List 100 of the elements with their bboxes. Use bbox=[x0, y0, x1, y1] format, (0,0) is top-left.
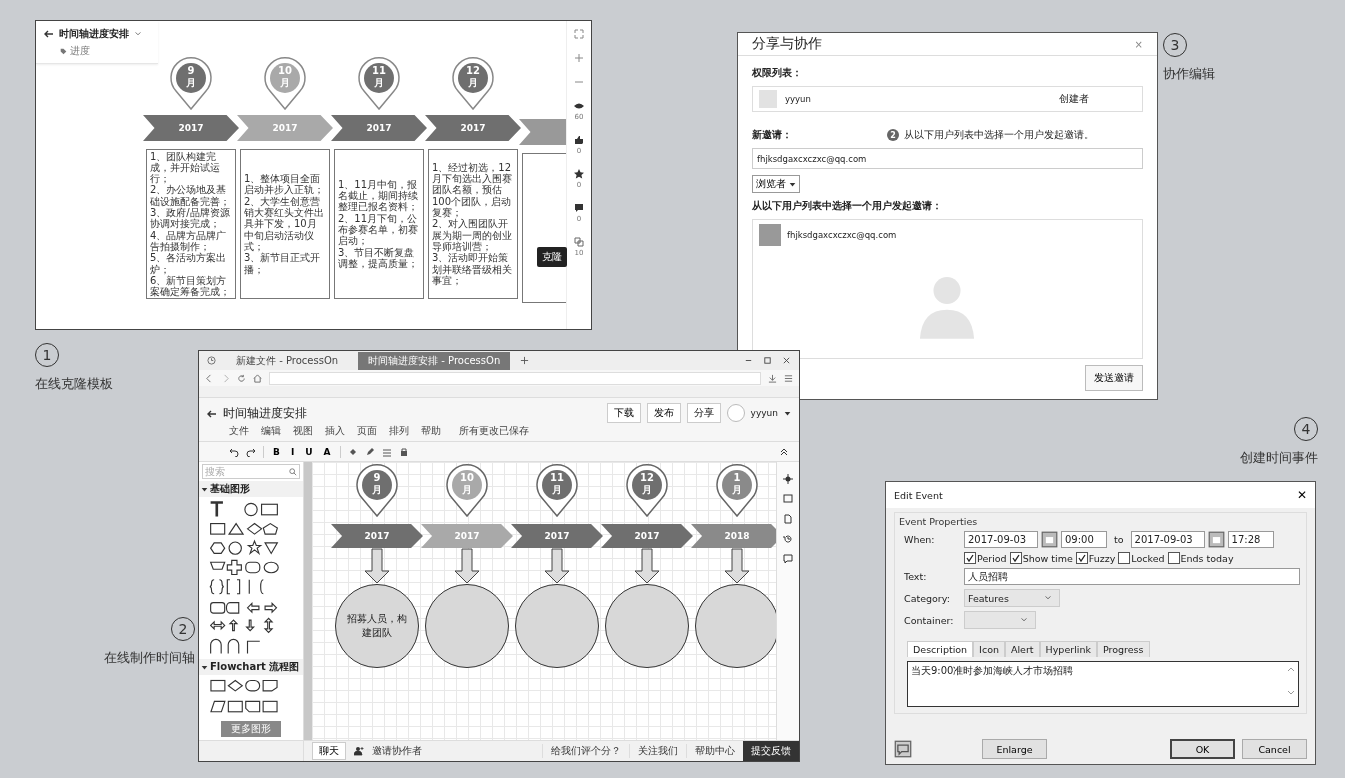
menu-item[interactable]: 帮助 bbox=[421, 424, 441, 438]
menu-item[interactable]: 文件 bbox=[229, 424, 249, 438]
back-arrow-icon[interactable] bbox=[207, 408, 217, 418]
year-banner: 2017 bbox=[331, 115, 427, 141]
close-icon[interactable] bbox=[782, 356, 791, 365]
format-button[interactable]: U bbox=[303, 446, 315, 457]
clock-icon[interactable] bbox=[207, 356, 216, 365]
maximize-icon[interactable] bbox=[763, 356, 772, 365]
email-field[interactable]: fhjksdgaxcxczxc@qq.com bbox=[752, 148, 1143, 169]
undo-icon[interactable] bbox=[229, 446, 239, 457]
tab[interactable]: Description bbox=[907, 641, 974, 657]
feedback-button[interactable]: 提交反馈 bbox=[743, 741, 799, 761]
card-item-text: 4、品牌方品牌广告拍摄制作； bbox=[150, 229, 228, 253]
calendar-icon[interactable] bbox=[1041, 531, 1058, 548]
role-dropdown[interactable]: 浏览者 bbox=[752, 175, 800, 193]
start-date-field[interactable]: 2017-09-03 bbox=[964, 531, 1038, 548]
checkbox-label: Locked bbox=[1131, 552, 1165, 564]
checkbox[interactable] bbox=[964, 552, 976, 564]
clone-icon[interactable] bbox=[574, 237, 584, 247]
dialog-button[interactable]: Enlarge bbox=[982, 739, 1047, 759]
dialog-title: 分享与协作 bbox=[752, 35, 822, 53]
new-tab-icon[interactable] bbox=[520, 356, 530, 365]
palette-section-header[interactable]: 基础图形 bbox=[199, 481, 303, 497]
tab[interactable]: Icon bbox=[973, 641, 1005, 657]
chat-button[interactable]: 聊天 bbox=[312, 742, 346, 760]
start-time-field[interactable]: 09:00 bbox=[1061, 531, 1107, 548]
collapse-icon[interactable] bbox=[779, 446, 789, 457]
caret-icon bbox=[789, 180, 796, 188]
menu-item[interactable]: 插入 bbox=[325, 424, 345, 438]
close-button[interactable]: ✕ bbox=[1296, 488, 1307, 502]
caption: 创建时间事件 bbox=[1240, 449, 1318, 467]
more-shapes-button[interactable]: 更多图形 bbox=[221, 721, 281, 737]
checkbox[interactable] bbox=[1167, 552, 1180, 564]
end-time-field[interactable]: 17:28 bbox=[1227, 531, 1274, 548]
format-button[interactable]: B bbox=[271, 446, 282, 457]
home-icon[interactable] bbox=[253, 373, 262, 383]
invite-link[interactable]: 邀请协作者 bbox=[372, 744, 422, 758]
follow-link[interactable]: 关注我们 bbox=[629, 744, 678, 758]
menu-item[interactable]: 排列 bbox=[389, 424, 409, 438]
notes-icon[interactable] bbox=[894, 740, 912, 758]
toolbar-button[interactable]: 分享 bbox=[686, 403, 721, 423]
back-arrow-icon[interactable] bbox=[44, 29, 54, 39]
browser-tab[interactable]: 新建文件 - ProcessOn bbox=[226, 351, 349, 370]
download-icon[interactable] bbox=[768, 373, 777, 383]
card-item-text: 2、11月下旬，公布参赛名单，初赛启动； bbox=[338, 212, 419, 247]
back-icon[interactable] bbox=[205, 373, 214, 383]
caption: 协作编辑 bbox=[1163, 65, 1215, 83]
description-field[interactable]: 当天9:00准时参加海峡人才市场招聘 bbox=[907, 661, 1299, 707]
add-user-icon[interactable] bbox=[354, 746, 364, 756]
card-item-text: 1、整体项目全面启动并步入正轨； bbox=[244, 173, 325, 196]
menu-item[interactable]: 视图 bbox=[293, 424, 313, 438]
eye-icon[interactable] bbox=[574, 101, 584, 111]
rate-link[interactable]: 给我们评个分？ bbox=[542, 744, 621, 758]
crosshair-icon[interactable] bbox=[783, 474, 793, 484]
help-link[interactable]: 帮助中心 bbox=[686, 744, 735, 758]
image-icon[interactable] bbox=[783, 494, 793, 504]
event-circle: 招募人员，构建团队 bbox=[335, 584, 419, 668]
close-button[interactable]: × bbox=[1134, 38, 1143, 50]
user-list-item[interactable]: fhjksdgaxcxczxc@qq.com bbox=[759, 224, 1136, 246]
card-item-text: 3、活动即开始策划并联络晋级相关事宜； bbox=[432, 252, 513, 287]
calendar-icon[interactable] bbox=[1207, 531, 1225, 548]
checkbox[interactable] bbox=[1118, 552, 1131, 564]
checkbox[interactable] bbox=[1075, 552, 1088, 564]
checkbox[interactable] bbox=[1009, 552, 1022, 564]
format-button[interactable]: I bbox=[288, 446, 297, 457]
format-button[interactable]: A bbox=[321, 446, 333, 457]
dialog-button[interactable]: Cancel bbox=[1242, 739, 1307, 759]
tab[interactable]: Progress bbox=[1096, 641, 1150, 657]
card-item-text: 1、11月中旬，报名截止，期间持续整理已报名资料； bbox=[338, 178, 419, 213]
lock-icon[interactable] bbox=[398, 446, 409, 457]
tab[interactable]: Alert bbox=[1004, 641, 1040, 657]
menu-item[interactable]: 编辑 bbox=[261, 424, 281, 438]
year-banner: 2018 bbox=[691, 524, 776, 548]
category-dropdown[interactable]: Features bbox=[964, 589, 1060, 607]
star-icon[interactable] bbox=[574, 169, 584, 179]
like-icon[interactable] bbox=[574, 135, 584, 145]
tab[interactable]: Hyperlink bbox=[1039, 641, 1097, 657]
month-label: 11 月 bbox=[549, 472, 565, 495]
history-icon[interactable] bbox=[783, 534, 793, 544]
redo-icon[interactable] bbox=[246, 446, 256, 457]
user-menu[interactable]: yyyun bbox=[750, 408, 778, 418]
menu-icon[interactable] bbox=[784, 373, 793, 383]
toolbar-button[interactable]: 发布 bbox=[646, 403, 681, 423]
end-date-field[interactable]: 2017-09-03 bbox=[1130, 531, 1205, 548]
year-banner: 2017 bbox=[143, 115, 239, 141]
palette-scrollbar[interactable] bbox=[304, 462, 312, 740]
menu-item[interactable]: 页面 bbox=[357, 424, 377, 438]
palette-section-header[interactable]: Flowchart 流程图 bbox=[199, 659, 303, 675]
caret-icon[interactable] bbox=[784, 409, 791, 417]
toolbar-button[interactable]: 下载 bbox=[606, 403, 641, 423]
comment-icon[interactable] bbox=[574, 203, 584, 213]
text-field[interactable]: 人员招聘 bbox=[964, 568, 1300, 585]
reload-icon[interactable] bbox=[237, 373, 246, 383]
comment-icon[interactable] bbox=[783, 554, 793, 564]
chevron-down-icon[interactable] bbox=[134, 30, 142, 38]
browser-tab[interactable]: 时间轴进度安排 - ProcessOn bbox=[358, 351, 511, 370]
pen-icon[interactable] bbox=[364, 446, 375, 457]
page-icon[interactable] bbox=[783, 514, 793, 524]
send-invite-button[interactable]: 发送邀请 bbox=[1085, 365, 1143, 391]
dialog-button[interactable]: OK bbox=[1170, 739, 1235, 759]
